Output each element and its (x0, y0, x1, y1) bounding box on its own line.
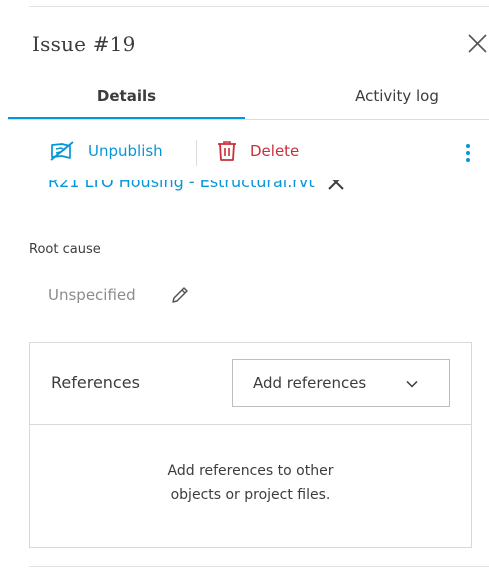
page-title: Issue #19 (32, 32, 136, 56)
references-empty-state: Add references to other objects or proje… (30, 459, 471, 507)
pencil-icon (172, 287, 188, 303)
close-button[interactable] (466, 32, 489, 55)
delete-button[interactable]: Delete (216, 136, 299, 166)
unpublish-button[interactable]: Unpublish (48, 136, 163, 166)
unpublish-label: Unpublish (88, 142, 163, 160)
empty-state-line-2: objects or project files. (170, 487, 331, 503)
active-tab-indicator (8, 117, 245, 119)
more-vertical-icon (466, 144, 470, 148)
more-options-button[interactable] (460, 140, 476, 166)
attached-file: R21 LTO Housing - Estructural.rvt (48, 180, 388, 204)
close-icon[interactable] (327, 180, 345, 191)
issue-header: Issue #19 Details Activity log (0, 0, 489, 120)
more-dot (466, 158, 470, 162)
delete-label: Delete (250, 142, 300, 160)
more-dot (466, 151, 470, 155)
file-link[interactable]: R21 LTO Housing - Estructural.rvt (48, 180, 315, 191)
attached-file-content: R21 LTO Housing - Estructural.rvt (48, 180, 345, 191)
root-cause-value: Unspecified (48, 286, 136, 304)
references-card: References Add references Add references… (29, 342, 472, 548)
issue-toolbar: Unpublish Delete (0, 130, 489, 174)
toolbar-divider (196, 140, 197, 166)
unpublish-icon (50, 141, 74, 161)
tab-bar: Details Activity log (8, 80, 489, 120)
add-references-label: Add references (253, 374, 367, 392)
empty-state-line-1: Add references to other (167, 463, 334, 479)
chevron-down-icon (406, 380, 418, 388)
references-title: References (51, 373, 140, 392)
close-icon (468, 34, 487, 53)
tab-activity-log[interactable]: Activity log (245, 80, 489, 118)
root-cause-label: Root cause (29, 242, 101, 257)
add-references-button[interactable]: Add references (232, 359, 450, 407)
trash-icon (218, 141, 236, 161)
tab-details[interactable]: Details (8, 80, 245, 118)
edit-root-cause-button[interactable] (170, 285, 190, 305)
bottom-divider (29, 566, 489, 567)
references-header: References Add references (30, 343, 471, 425)
